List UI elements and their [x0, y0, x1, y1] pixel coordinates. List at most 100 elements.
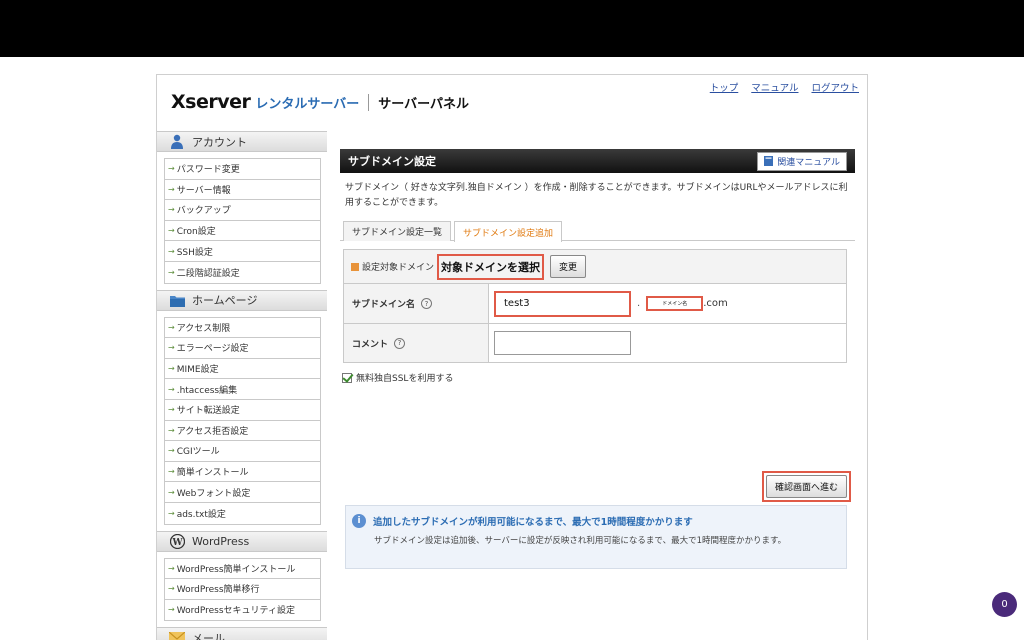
arrow-icon: → [168, 384, 175, 394]
arrow-icon: → [168, 226, 175, 236]
subdomain-label-cell: サブドメイン名 ? [344, 284, 489, 323]
sidebar-section-wordpress: W WordPress [157, 530, 327, 552]
link-logout[interactable]: ログアウト [811, 80, 859, 94]
target-domain-row: 設定対象ドメイン 対象ドメインを選択 変更 [344, 250, 846, 284]
sidebar-section-account: アカウント [157, 131, 327, 152]
arrow-icon: → [168, 467, 175, 477]
arrow-icon: → [168, 487, 175, 497]
sidebar-item-error-page[interactable]: → エラーページ設定 [165, 338, 320, 359]
target-domain-value: 対象ドメインを選択 [437, 253, 545, 280]
arrow-icon: → [168, 425, 175, 435]
info-heading: 追加したサブドメインが利用可能になるまで、最大で1時間程度かかります [373, 517, 693, 528]
subdomain-input[interactable]: test3 [494, 290, 631, 317]
arrow-icon: → [168, 364, 175, 374]
sidebar-item-webfont[interactable]: → Webフォント設定 [165, 482, 320, 503]
book-icon [764, 156, 774, 166]
svg-text:W: W [171, 538, 183, 548]
top-links: トップ マニュアル ログアウト [710, 80, 859, 94]
sidebar-item-htaccess[interactable]: → .htaccess編集 [165, 379, 320, 400]
dot-separator: . [637, 298, 641, 309]
page-title: サブドメイン設定 [348, 155, 436, 168]
domain-name-box: ドメイン名 [646, 296, 704, 311]
server-panel-frame: Xserver レンタルサーバー サーバーパネル トップ マニュアル ログアウト… [156, 74, 868, 640]
confirm-button[interactable]: 確認画面へ進む [766, 475, 848, 498]
sidebar-item-ads-txt[interactable]: → ads.txt設定 [165, 503, 320, 524]
sidebar-item-backup[interactable]: → バックアップ [165, 200, 320, 221]
comment-row: コメント ? [344, 324, 846, 362]
wordpress-icon: W [169, 533, 185, 549]
sidebar-item-easy-install[interactable]: → 簡単インストール [165, 462, 320, 483]
target-domain-label: 設定対象ドメイン [362, 263, 435, 273]
sidebar-item-ssh[interactable]: → SSH設定 [165, 241, 320, 262]
sidebar-list-homepage: → アクセス制限 → エラーページ設定 → MIME設定 → .htaccess編集 →… [164, 316, 321, 525]
arrow-icon: → [168, 322, 175, 332]
folder-icon [169, 292, 185, 308]
sidebar-item-cgi[interactable]: → CGIツール [165, 441, 320, 462]
sidebar-item-wp-security[interactable]: → WordPressセキュリティ設定 [165, 600, 320, 621]
sidebar-section-homepage: ホームページ [157, 289, 327, 311]
arrow-icon: → [168, 584, 175, 594]
help-icon[interactable]: ? [394, 337, 406, 349]
sidebar-section-title: WordPress [192, 534, 250, 548]
domain-suffix: .com [703, 298, 728, 309]
sidebar-item-password[interactable]: → パスワード変更 [165, 159, 320, 180]
arrow-icon: → [168, 205, 175, 215]
main-content: サブドメイン設定 関連マニュアル サブドメイン（ 好きな文字列.独自ドメイン ）… [340, 149, 855, 569]
logo[interactable]: Xserver レンタルサーバー サーバーパネル [171, 91, 469, 113]
arrow-icon: → [168, 446, 175, 456]
sidebar-item-site-redirect[interactable]: → サイト転送設定 [165, 400, 320, 421]
arrow-icon: → [168, 267, 175, 277]
sidebar-list-wordpress: → WordPress簡単インストール → WordPress簡単移行 → WordP… [164, 557, 321, 622]
arrow-icon: → [168, 184, 175, 194]
page-title-bar: サブドメイン設定 関連マニュアル [340, 149, 855, 173]
subdomain-row: サブドメイン名 ? test3 . ドメイン名 .com [344, 284, 846, 324]
help-icon[interactable]: ? [421, 298, 433, 309]
comment-label-cell: コメント ? [344, 324, 489, 362]
sidebar-item-access-limit[interactable]: → アクセス制限 [165, 318, 320, 339]
link-top[interactable]: トップ [710, 80, 739, 94]
mail-icon [169, 630, 185, 640]
comment-input[interactable] [494, 331, 631, 355]
sidebar-item-wp-easy-install[interactable]: → WordPress簡単インストール [165, 559, 320, 580]
sidebar-item-wp-migration[interactable]: → WordPress簡単移行 [165, 579, 320, 600]
logo-rental: レンタルサーバー [255, 97, 360, 112]
ssl-option[interactable]: 無料独自SSLを利用する [342, 371, 855, 384]
arrow-icon: → [168, 405, 175, 415]
sidebar-list-account: → パスワード変更 → サーバー情報 → バックアップ → Cron設定 → SSH設定 … [164, 158, 321, 284]
notification-badge[interactable]: 0 [992, 592, 1017, 617]
logo-separator [368, 93, 370, 111]
arrow-icon: → [168, 343, 175, 353]
sidebar-item-cron[interactable]: → Cron設定 [165, 221, 320, 242]
confirm-button-highlight: 確認画面へ進む [762, 471, 852, 502]
sidebar-section-title: メール [192, 631, 225, 640]
page-description: サブドメイン（ 好きな文字列.独自ドメイン ）を作成・削除することができます。サ… [345, 183, 848, 208]
info-icon: i [352, 514, 366, 528]
ssl-label: 無料独自SSLを利用する [356, 374, 454, 384]
subdomain-form: 設定対象ドメイン 対象ドメインを選択 変更 サブドメイン名 ? test3 . … [343, 249, 847, 363]
arrow-icon: → [168, 164, 175, 174]
logo-brand: Xserver [171, 91, 251, 113]
change-domain-button[interactable]: 変更 [550, 255, 587, 278]
info-body: サブドメイン設定は追加後、サーバーに設定が反映され利用可能になるまで、最大で1時… [374, 536, 787, 546]
sidebar-section-mail: メール [157, 627, 327, 640]
sidebar-item-mime[interactable]: → MIME設定 [165, 359, 320, 380]
ssl-checkbox[interactable] [342, 372, 352, 383]
bullet-icon [351, 262, 359, 271]
sidebar-item-access-deny[interactable]: → アクセス拒否設定 [165, 421, 320, 442]
logo-panel: サーバーパネル [378, 97, 469, 112]
tab-subdomain-list[interactable]: サブドメイン設定一覧 [343, 221, 452, 241]
link-manual[interactable]: マニュアル [751, 80, 798, 94]
arrow-icon: → [168, 246, 175, 256]
header: Xserver レンタルサーバー サーバーパネル トップ マニュアル ログアウト [157, 75, 867, 131]
sidebar-section-title: ホームページ [192, 294, 258, 308]
sidebar-item-2fa[interactable]: → 二段階認証設定 [165, 262, 320, 283]
info-box: i 追加したサブドメインが利用可能になるまで、最大で1時間程度かかります サブド… [345, 505, 847, 569]
sidebar-section-title: アカウント [192, 135, 247, 149]
arrow-icon: → [168, 563, 175, 573]
sidebar-item-server-info[interactable]: → サーバー情報 [165, 180, 320, 201]
arrow-icon: → [168, 605, 175, 615]
tab-subdomain-add[interactable]: サブドメイン設定追加 [454, 221, 563, 242]
arrow-icon: → [168, 508, 175, 518]
related-manual-button[interactable]: 関連マニュアル [757, 151, 847, 171]
top-black-bar [0, 0, 1024, 57]
